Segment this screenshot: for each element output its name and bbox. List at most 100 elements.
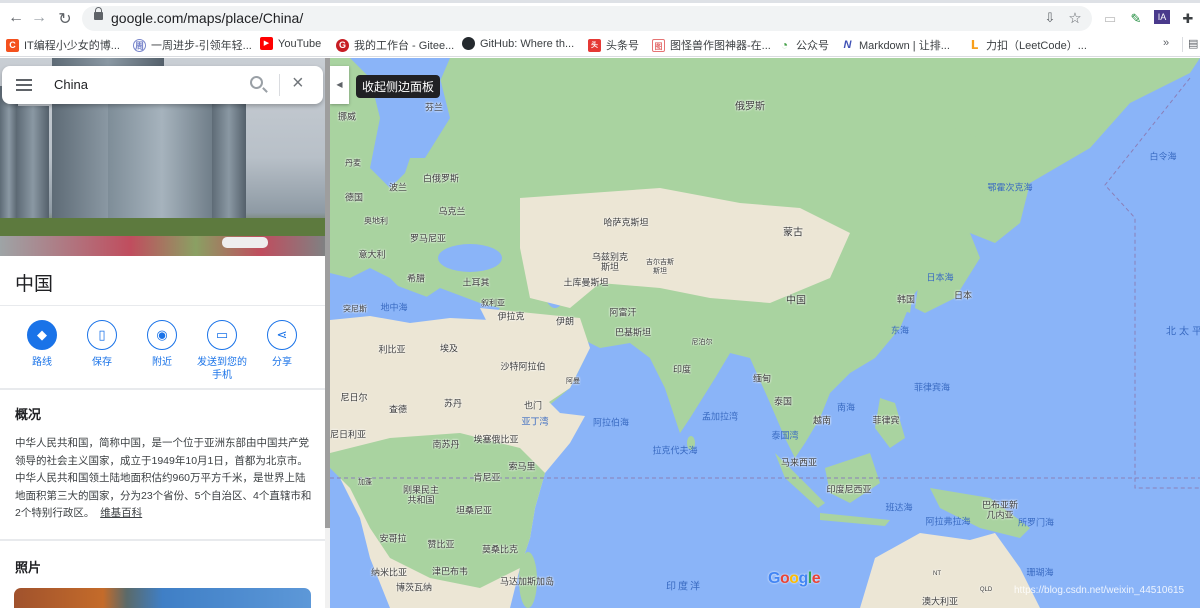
bookmarks-more-button[interactable]: » bbox=[1163, 37, 1169, 49]
back-icon[interactable]: ← bbox=[6, 9, 26, 27]
action-label: 保存 bbox=[92, 357, 112, 368]
map-label: 肯尼亚 bbox=[473, 472, 501, 483]
extension-pen-icon[interactable]: ✎ bbox=[1128, 11, 1144, 27]
map-label: 莫桑比克 bbox=[481, 544, 519, 555]
map-label: 白俄罗斯 bbox=[422, 173, 460, 184]
browser-toolbar: ← → ↻ google.com/maps/place/China/ ⇩ ☆ ▭… bbox=[0, 0, 1200, 33]
map-label: 日本 bbox=[953, 290, 973, 301]
bookmark-item[interactable]: ᒪ 力扣（LeetCode）... bbox=[968, 37, 1087, 53]
map-label: 南苏丹 bbox=[432, 439, 460, 450]
flower-beds bbox=[0, 236, 326, 256]
map-label: 罗马尼亚 bbox=[409, 233, 447, 244]
url-text[interactable]: google.com/maps/place/China/ bbox=[111, 10, 303, 26]
forward-icon[interactable]: → bbox=[29, 9, 49, 27]
share-button[interactable]: ⋖ 分享 bbox=[252, 320, 312, 382]
bookmarks-bar: C IT编程小少女的博... 周一周进步-引领年轻... ▶ YouTube G 我的… bbox=[0, 33, 1200, 57]
trees bbox=[0, 218, 326, 236]
bookmark-label: IT编程小少女的博... bbox=[24, 40, 120, 52]
wikipedia-link[interactable]: 维基百科 bbox=[100, 507, 142, 519]
search-icon[interactable] bbox=[250, 76, 263, 89]
map-label: 巴布亚新几内亚 bbox=[981, 500, 1018, 520]
map-label: 澳大利亚 bbox=[921, 596, 959, 607]
extensions-puzzle-icon[interactable]: ✚ bbox=[1180, 11, 1196, 27]
map-label: 尼泊尔 bbox=[691, 339, 713, 346]
bookmark-label: 头条号 bbox=[606, 40, 639, 52]
building bbox=[17, 106, 49, 226]
save-button[interactable]: ▯ 保存 bbox=[72, 320, 132, 382]
extension-cast-icon[interactable]: ▭ bbox=[1102, 11, 1118, 27]
map-label: 纳米比亚 bbox=[370, 567, 408, 578]
google-logo: Google bbox=[768, 570, 821, 587]
reload-icon[interactable]: ↻ bbox=[55, 9, 75, 29]
map-label: 苏丹 bbox=[443, 398, 463, 409]
nearby-button[interactable]: ◉ 附近 bbox=[132, 320, 192, 382]
map-label: 南海 bbox=[836, 402, 856, 413]
map-label: 波兰 bbox=[388, 182, 408, 193]
map-label: 突尼斯 bbox=[343, 304, 367, 314]
photo-thumbnail[interactable] bbox=[14, 588, 311, 608]
star-icon[interactable]: ☆ bbox=[1067, 9, 1083, 27]
map-label: 沙特阿拉伯 bbox=[500, 361, 546, 372]
action-label: 发送到您的手机 bbox=[197, 357, 247, 381]
directions-button[interactable]: ◆ 路线 bbox=[12, 320, 72, 382]
extension-ia-icon[interactable]: IA bbox=[1154, 10, 1170, 24]
map-label: 刚果民主共和国 bbox=[402, 485, 439, 505]
map-label: 尼日尔 bbox=[340, 392, 368, 403]
bookmark-item[interactable]: 图图怪兽作图神器-在... bbox=[652, 37, 771, 53]
markdown-icon: N bbox=[843, 38, 852, 51]
map-label: 越南 bbox=[812, 415, 832, 426]
map-label: 北太平洋 bbox=[1166, 326, 1200, 338]
reading-list-icon[interactable]: ▤ bbox=[1188, 37, 1198, 50]
bookmark-item[interactable]: 头头条号 bbox=[588, 37, 639, 53]
divider bbox=[0, 388, 326, 390]
map-label: 阿富汗 bbox=[609, 307, 637, 318]
bookmark-item[interactable]: C IT编程小少女的博... bbox=[6, 37, 120, 53]
map-label: 德国 bbox=[344, 192, 364, 203]
close-icon[interactable]: × bbox=[292, 72, 304, 95]
place-title: 中国 bbox=[15, 274, 54, 295]
map-label: 埃及 bbox=[439, 343, 459, 354]
map-label: 芬兰 bbox=[424, 102, 444, 113]
bookmark-item[interactable]: GitHub: Where th... bbox=[462, 37, 574, 50]
map-label: 中国 bbox=[786, 295, 806, 307]
map-label: 也门 bbox=[523, 400, 543, 411]
bookmark-item[interactable]: ▶ YouTube bbox=[260, 37, 321, 50]
bookmark-item[interactable]: G 我的工作台 - Gitee... bbox=[336, 37, 454, 53]
map-label: NT bbox=[933, 571, 941, 577]
bookmark-label: 我的工作台 - Gitee... bbox=[354, 40, 455, 52]
bookmark-item[interactable]: ◔ 公众号 bbox=[778, 37, 829, 53]
bookmark-label: 公众号 bbox=[796, 40, 829, 52]
place-panel: China × 中国 ◆ 路线 ▯ 保存 ◉ 附近 ▭ 发送到您的手机 ⋖ 分享 概况 中… bbox=[0, 58, 326, 608]
map-label: 巴基斯坦 bbox=[614, 327, 652, 338]
map-label: 伊拉克 bbox=[497, 311, 525, 322]
collapse-panel-button[interactable]: ◀ bbox=[330, 66, 349, 104]
bookmark-item[interactable]: N Markdown | 让排... bbox=[841, 37, 950, 53]
map-label: 乌兹别克斯坦 bbox=[591, 252, 628, 272]
map-label: 马达加斯加岛 bbox=[499, 576, 555, 587]
action-label: 附近 bbox=[152, 357, 172, 368]
bookmark-label: GitHub: Where th... bbox=[480, 37, 575, 50]
bookmark-label: YouTube bbox=[278, 37, 322, 50]
csdn-icon: C bbox=[6, 38, 19, 52]
menu-icon[interactable] bbox=[16, 79, 32, 91]
map-label: 伊朗 bbox=[555, 316, 575, 327]
send-to-phone-icon: ▭ bbox=[207, 320, 237, 350]
map-canvas[interactable]: 芬兰 俄罗斯 挪威 丹麦 白俄罗斯 波兰 德国 乌克兰 奥地利 哈萨克斯坦 罗马… bbox=[330, 58, 1200, 608]
map-label: 日本海 bbox=[926, 272, 954, 283]
map-label: 地中海 bbox=[380, 302, 408, 313]
map-label: 尼日利亚 bbox=[330, 429, 367, 440]
map-label: 利比亚 bbox=[378, 344, 406, 355]
nearby-icon: ◉ bbox=[147, 320, 177, 350]
caret-left-icon: ◀ bbox=[336, 80, 343, 89]
directions-icon: ◆ bbox=[27, 320, 57, 350]
send-to-phone-button[interactable]: ▭ 发送到您的手机 bbox=[192, 320, 252, 382]
bookmark-icon: ▯ bbox=[87, 320, 117, 350]
divider bbox=[0, 539, 326, 541]
install-icon[interactable]: ⇩ bbox=[1042, 10, 1058, 26]
address-bar[interactable]: google.com/maps/place/China/ ⇩ ☆ bbox=[82, 6, 1092, 31]
bookmark-item[interactable]: 周一周进步-引领年轻... bbox=[133, 37, 252, 53]
search-input[interactable]: China bbox=[54, 77, 88, 92]
map-label: 班达海 bbox=[885, 502, 913, 513]
action-buttons: ◆ 路线 ▯ 保存 ◉ 附近 ▭ 发送到您的手机 ⋖ 分享 bbox=[0, 320, 326, 382]
car bbox=[222, 237, 268, 248]
